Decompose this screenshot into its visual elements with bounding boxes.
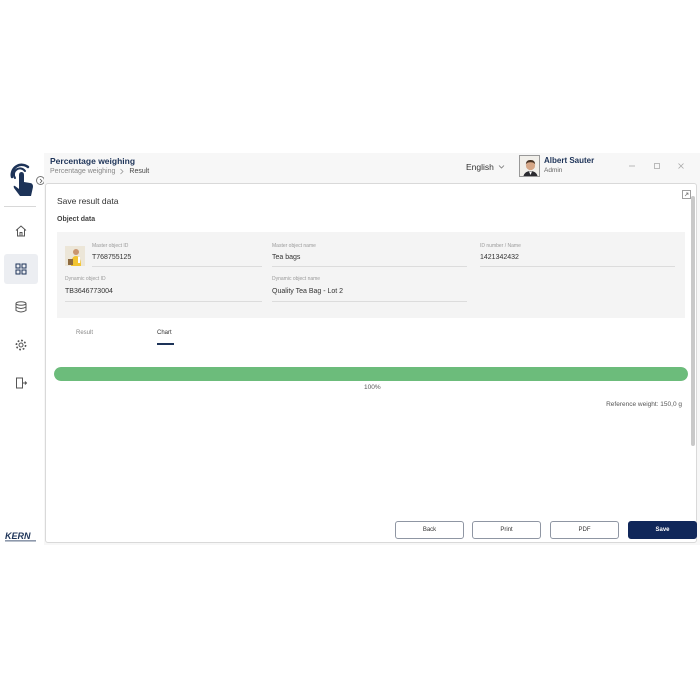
master-object-id-value: T768755125: [92, 254, 132, 261]
svg-text:KERN: KERN: [5, 531, 31, 541]
maximize-button[interactable]: [652, 161, 662, 171]
field-divider: [65, 301, 262, 302]
settings-gear-icon: [15, 339, 27, 351]
back-button[interactable]: Back: [395, 521, 464, 539]
object-data-card: Master object ID T768755125 Master objec…: [57, 232, 685, 318]
breadcrumb: Percentage weighing Result: [50, 168, 149, 175]
master-object-name-value: Tea bags: [272, 254, 301, 261]
reference-weight: Reference weight: 150,0 g: [606, 401, 682, 408]
maximize-icon: [654, 163, 660, 169]
master-object-name-label: Master object name: [272, 243, 316, 249]
chevron-down-icon: [498, 165, 505, 169]
minimize-icon: [629, 165, 635, 167]
logout-icon: [16, 377, 28, 389]
scrollbar[interactable]: [691, 196, 695, 446]
minimize-button[interactable]: [627, 161, 637, 171]
dynamic-object-id-label: Dynamic object ID: [65, 276, 106, 282]
expand-icon[interactable]: [682, 186, 691, 199]
page-title: Percentage weighing: [50, 156, 136, 166]
user-name: Albert Sauter: [544, 156, 595, 165]
app-window: KERN Percentage weighing Percentage weig…: [0, 153, 700, 545]
id-number-label: ID number / Name: [480, 243, 521, 249]
breadcrumb-item-parent[interactable]: Percentage weighing: [50, 168, 115, 175]
object-thumbnail: [65, 246, 85, 266]
sidebar: KERN: [0, 153, 45, 545]
touch-hand-logo-icon: [6, 159, 38, 199]
tab-chart[interactable]: Chart: [157, 330, 172, 336]
progress-bar-fill: [54, 367, 688, 381]
active-tab-indicator: [157, 343, 174, 345]
user-role: Admin: [544, 167, 563, 174]
result-panel: Save result data Object data Master obje…: [45, 183, 697, 543]
sidebar-item-settings[interactable]: [4, 330, 38, 360]
sidebar-item-logout[interactable]: [4, 368, 38, 398]
top-bar: Percentage weighing Percentage weighing …: [44, 153, 700, 183]
chevron-right-icon: [120, 168, 124, 175]
dynamic-object-id-value: TB3646773004: [65, 288, 113, 295]
panel-title: Save result data: [57, 196, 119, 206]
master-object-id-label: Master object ID: [92, 243, 129, 249]
field-divider: [272, 266, 467, 267]
progress-bar: [54, 367, 688, 381]
sidebar-item-dashboard[interactable]: [4, 254, 38, 284]
print-button[interactable]: Print: [472, 521, 541, 539]
field-divider: [272, 301, 467, 302]
sidebar-divider: [4, 206, 36, 207]
dashboard-grid-icon: [15, 263, 27, 275]
sidebar-item-database[interactable]: [4, 292, 38, 322]
home-icon: [15, 225, 27, 237]
section-title: Object data: [57, 216, 96, 223]
avatar[interactable]: [519, 155, 540, 177]
id-number-value: 1421342432: [480, 254, 519, 261]
language-selector[interactable]: English: [466, 162, 505, 172]
kern-logo: KERN: [4, 529, 38, 542]
dynamic-object-name-value: Quality Tea Bag - Lot 2: [272, 288, 344, 295]
breadcrumb-item-current: Result: [129, 168, 150, 175]
field-divider: [480, 266, 675, 267]
language-label: English: [466, 162, 494, 172]
tab-result[interactable]: Result: [76, 330, 93, 336]
field-divider: [92, 266, 262, 267]
dynamic-object-name-label: Dynamic object name: [272, 276, 321, 282]
close-button[interactable]: [676, 161, 686, 171]
save-button[interactable]: Save: [628, 521, 697, 539]
close-icon: [678, 163, 684, 169]
pdf-button[interactable]: PDF: [550, 521, 619, 539]
progress-percent-label: 100%: [364, 384, 381, 391]
database-icon: [15, 301, 27, 313]
sidebar-item-home[interactable]: [4, 216, 38, 246]
